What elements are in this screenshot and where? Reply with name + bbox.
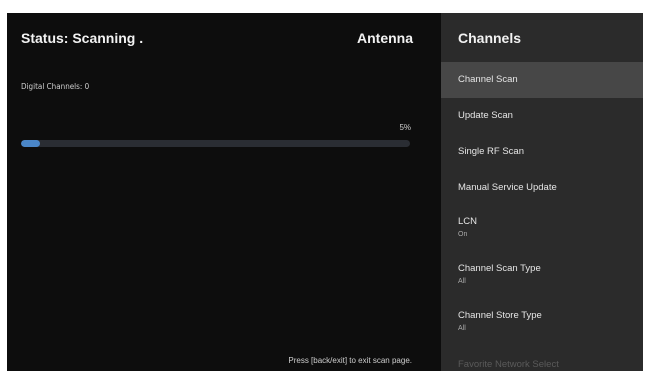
menu-item-channel-store-type[interactable]: Channel Store Type All	[441, 300, 643, 347]
menu-item-update-scan[interactable]: Update Scan	[441, 98, 643, 134]
menu-item-single-rf-scan[interactable]: Single RF Scan	[441, 134, 643, 170]
menu-item-label: Channel Scan Type	[458, 263, 541, 274]
panel-title: Channels	[458, 30, 522, 46]
menu-item-value: On	[458, 231, 468, 238]
progress-percent: 5%	[399, 123, 411, 132]
channels-menu-panel: Channels Channel Scan Update Scan Single…	[441, 13, 643, 371]
menu-item-label: Channel Scan	[458, 74, 518, 85]
menu-item-lcn[interactable]: LCN On	[441, 206, 643, 253]
menu-item-value: All	[458, 325, 466, 332]
tv-screen: Status: Scanning . Antenna Digital Chann…	[7, 13, 643, 371]
menu-item-channel-scan[interactable]: Channel Scan	[441, 62, 643, 98]
scan-progress-area: Status: Scanning . Antenna Digital Chann…	[7, 13, 441, 371]
menu-item-label: Update Scan	[458, 110, 513, 121]
menu-item-channel-scan-type[interactable]: Channel Scan Type All	[441, 253, 643, 300]
digital-channels-count: Digital Channels: 0	[21, 82, 90, 91]
menu-item-manual-service-update[interactable]: Manual Service Update	[441, 170, 643, 206]
scan-status-title: Status: Scanning .	[21, 30, 144, 46]
menu-item-label: Single RF Scan	[458, 146, 525, 157]
menu-item-label: LCN	[458, 216, 478, 227]
menu-item-label: Manual Service Update	[458, 182, 557, 193]
signal-source-label: Antenna	[357, 30, 413, 46]
menu-item-label: Favorite Network Select	[458, 359, 559, 370]
menu-item-favorite-network-select[interactable]: Favorite Network Select	[441, 347, 643, 371]
menu-item-value: All	[458, 278, 466, 285]
scan-progress-bar	[21, 140, 410, 147]
exit-hint: Press [back/exit] to exit scan page.	[288, 356, 412, 365]
channels-menu: Channel Scan Update Scan Single RF Scan …	[441, 62, 643, 371]
menu-item-label: Channel Store Type	[458, 310, 542, 321]
scan-progress-fill	[21, 140, 41, 147]
